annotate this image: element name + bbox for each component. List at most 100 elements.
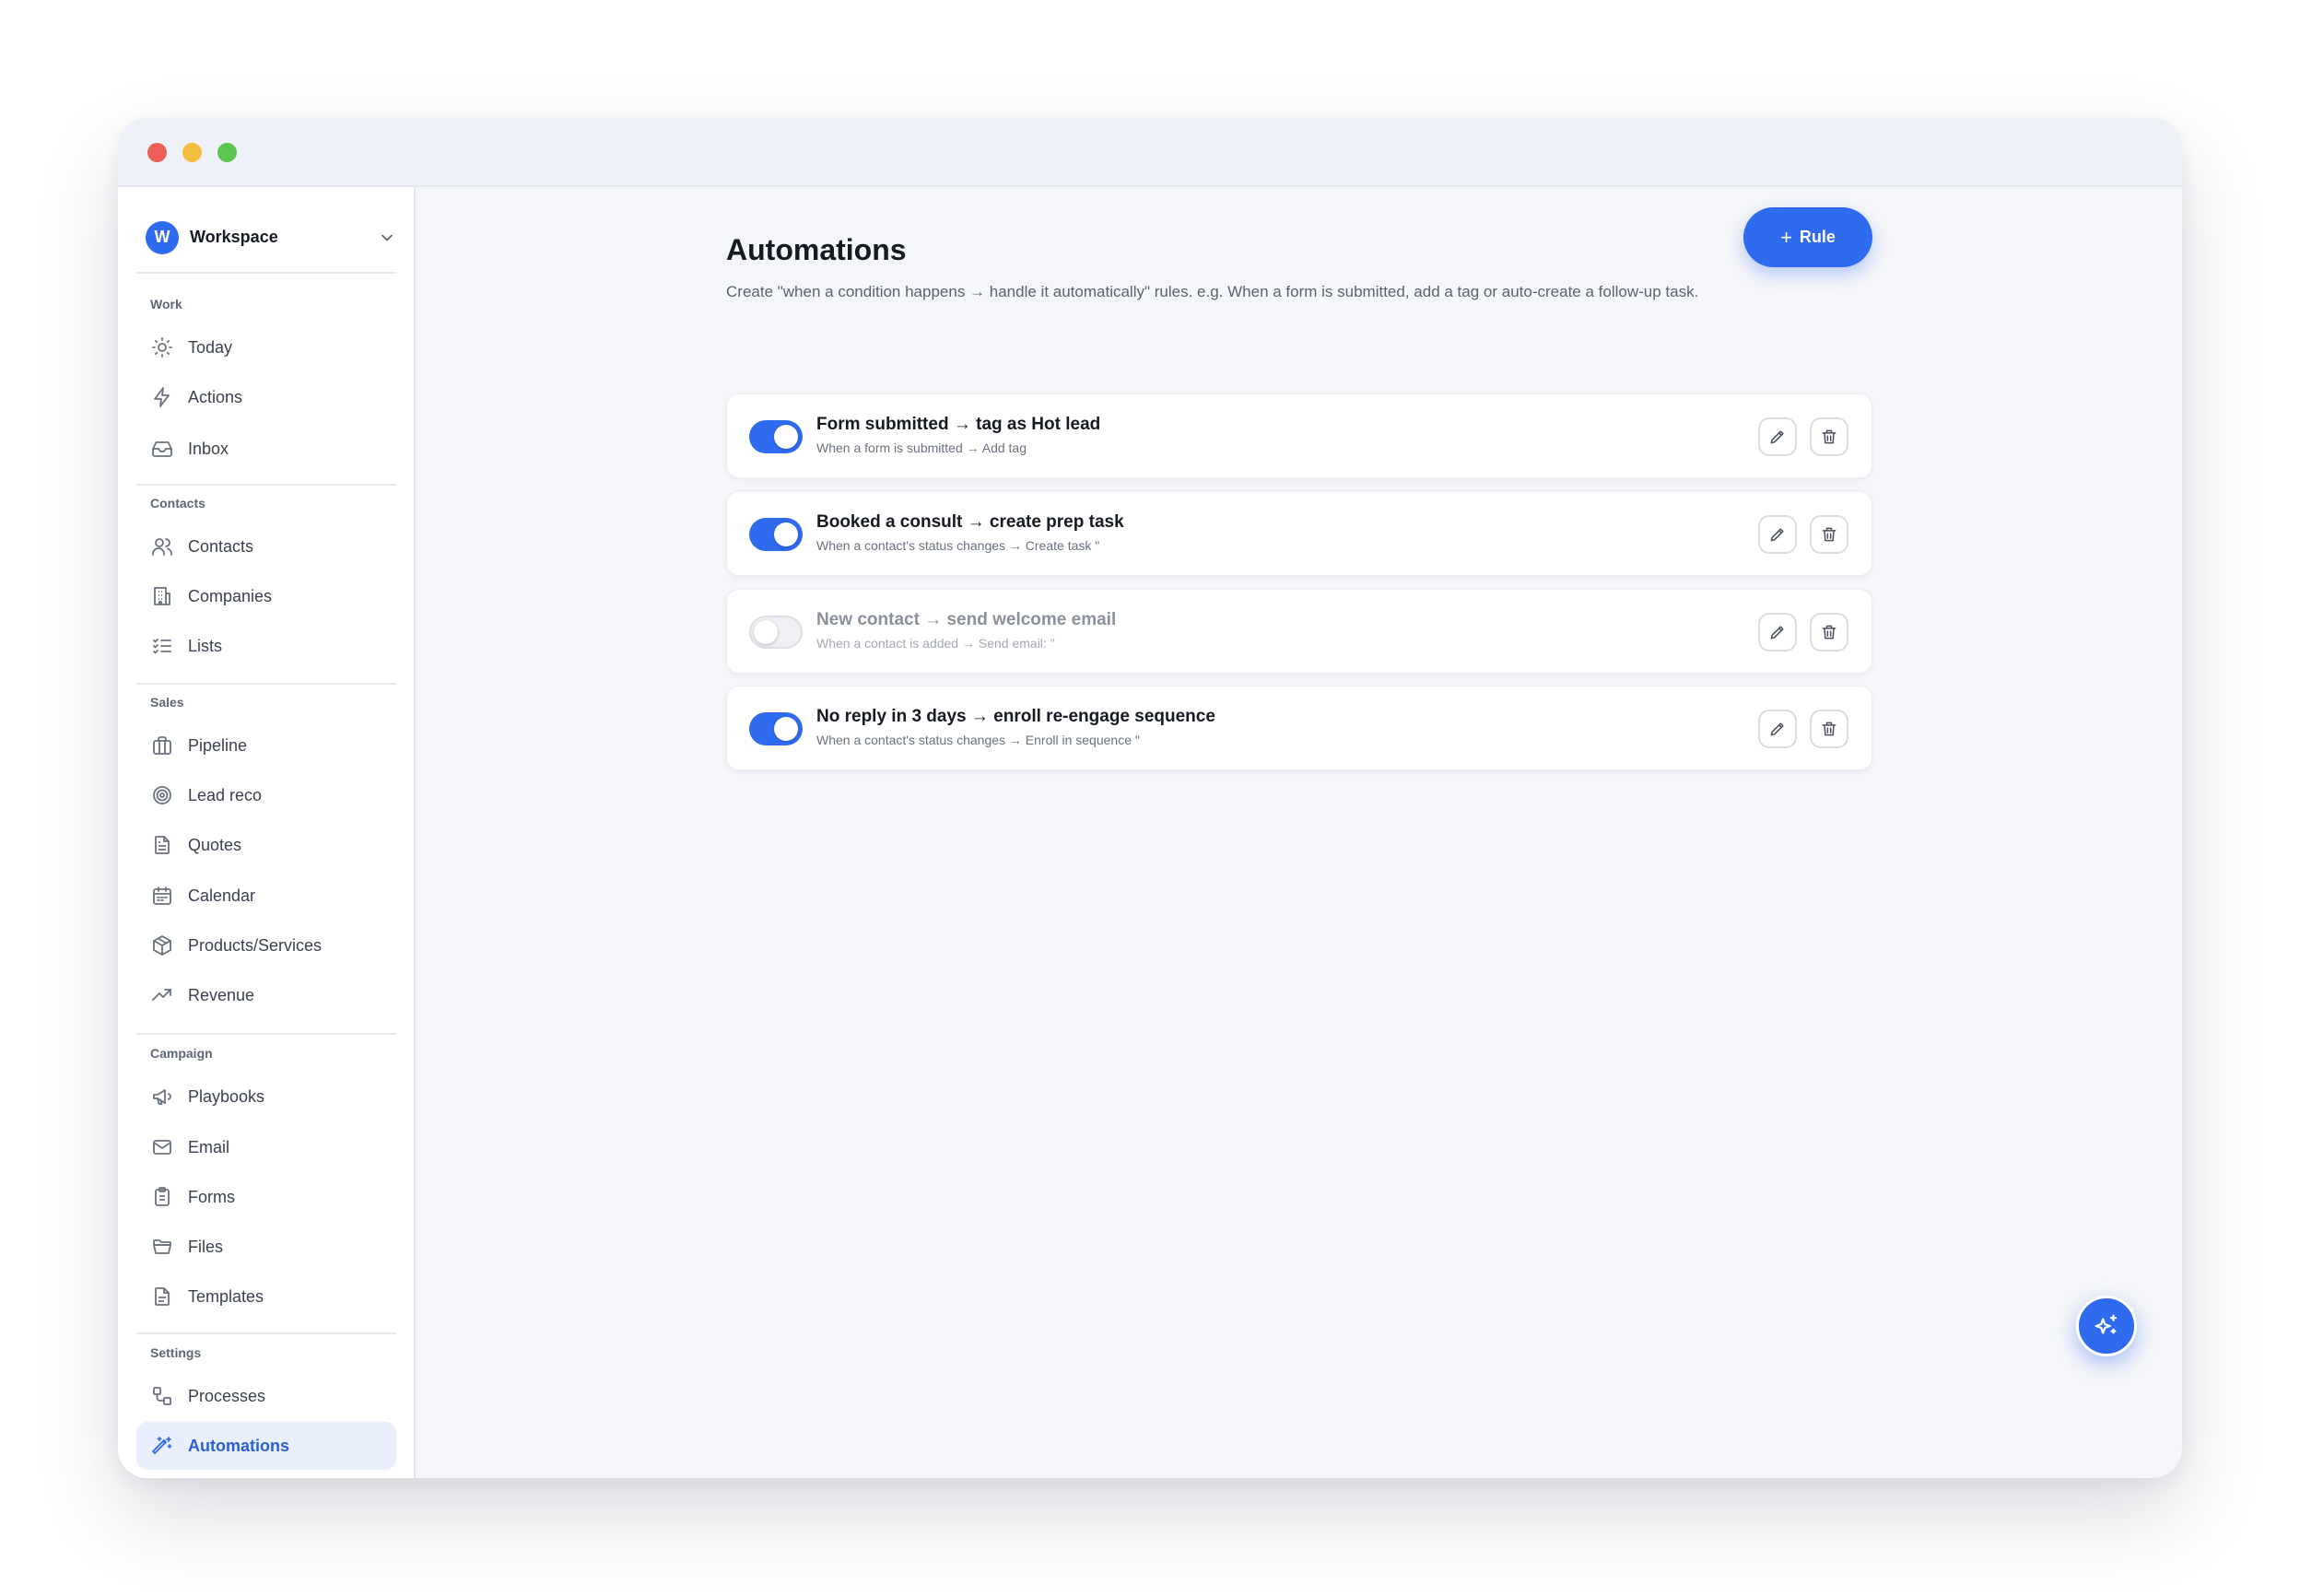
- ai-assistant-button[interactable]: [2076, 1296, 2137, 1356]
- divider: [136, 683, 396, 685]
- sidebar-item-label: Processes: [188, 1386, 266, 1405]
- sidebar: W Workspace Work Today Actions Inbox Con…: [118, 187, 416, 1478]
- sidebar-item-label: Products/Services: [188, 935, 323, 955]
- rule-enabled-toggle[interactable]: [749, 420, 803, 453]
- sidebar-item-label: Contacts: [188, 536, 254, 556]
- delete-rule-button[interactable]: [1810, 613, 1848, 651]
- sidebar-item-label: Calendar: [188, 886, 256, 905]
- rule-title: Form submitted → tag as Hot lead: [816, 415, 1101, 434]
- inbox-icon: [152, 441, 172, 457]
- sidebar-item-templates[interactable]: Templates: [136, 1273, 396, 1320]
- sidebar-item-label: Templates: [188, 1286, 264, 1306]
- target-icon: [153, 786, 171, 804]
- folder-icon: [153, 1239, 171, 1254]
- edit-rule-button[interactable]: [1758, 710, 1797, 748]
- maximize-window-button[interactable]: [217, 143, 237, 162]
- edit-rule-button[interactable]: [1758, 417, 1797, 456]
- group-label-sales: Sales: [150, 695, 184, 710]
- minimize-window-button[interactable]: [182, 143, 202, 162]
- sidebar-item-label: Companies: [188, 586, 273, 605]
- pencil-icon: [1770, 528, 1784, 542]
- workspace-name: Workspace: [190, 228, 278, 246]
- sidebar-item-lead-reco[interactable]: Lead reco: [136, 771, 396, 819]
- building-icon: [154, 587, 170, 605]
- sidebar-item-actions[interactable]: Actions: [136, 373, 396, 421]
- sidebar-item-pipeline[interactable]: Pipeline: [136, 722, 396, 769]
- rule-card: Booked a consult → create prep task When…: [726, 491, 1872, 576]
- rule-subtitle: When a form is submitted → Add tag: [816, 440, 1027, 455]
- workflow-icon: [153, 1387, 171, 1405]
- sidebar-item-label: Pipeline: [188, 735, 248, 755]
- rule-title: Booked a consult → create prep task: [816, 512, 1124, 532]
- sidebar-item-label: Playbooks: [188, 1086, 265, 1106]
- page-title: Automations: [726, 233, 907, 266]
- chevron-down-icon: [381, 234, 393, 241]
- rule-card: Form submitted → tag as Hot lead When a …: [726, 393, 1872, 478]
- workspace-switcher[interactable]: W Workspace: [146, 220, 396, 254]
- briefcase-icon: [153, 736, 171, 755]
- rule-subtitle: When a contact's status changes → Enroll…: [816, 733, 1140, 747]
- sidebar-item-label: Today: [188, 337, 233, 357]
- rule-enabled-toggle[interactable]: [749, 712, 803, 745]
- edit-rule-button[interactable]: [1758, 613, 1797, 651]
- trash-icon: [1822, 527, 1836, 542]
- sidebar-item-label: Lists: [188, 636, 223, 655]
- rule-title: New contact → send welcome email: [816, 610, 1117, 629]
- sun-icon: [152, 337, 172, 358]
- document-icon: [155, 836, 170, 854]
- megaphone-icon: [153, 1089, 171, 1105]
- sidebar-item-label: Lead reco: [188, 785, 263, 804]
- mail-icon: [153, 1140, 171, 1155]
- delete-rule-button[interactable]: [1810, 710, 1848, 748]
- divider: [136, 272, 396, 274]
- title-bar: [118, 118, 2182, 187]
- package-icon: [153, 935, 171, 956]
- rule-card: No reply in 3 days → enroll re-engage se…: [726, 686, 1872, 770]
- toggle-knob: [774, 425, 798, 449]
- sidebar-item-revenue[interactable]: Revenue: [136, 971, 396, 1019]
- trash-icon: [1822, 625, 1836, 640]
- toggle-knob: [754, 620, 778, 644]
- group-label-campaign: Campaign: [150, 1046, 213, 1061]
- add-rule-label: Rule: [1799, 228, 1836, 246]
- rule-subtitle: When a contact's status changes → Create…: [816, 538, 1100, 553]
- delete-rule-button[interactable]: [1810, 515, 1848, 554]
- sidebar-item-contacts[interactable]: Contacts: [136, 522, 396, 570]
- divider: [136, 484, 396, 486]
- toggle-knob: [774, 717, 798, 741]
- group-label-work: Work: [150, 297, 182, 311]
- sidebar-item-playbooks[interactable]: Playbooks: [136, 1073, 396, 1121]
- sidebar-item-processes[interactable]: Processes: [136, 1372, 396, 1420]
- sidebar-item-email[interactable]: Email: [136, 1123, 396, 1171]
- sidebar-item-products-services[interactable]: Products/Services: [136, 921, 396, 969]
- rule-enabled-toggle[interactable]: [749, 518, 803, 551]
- close-window-button[interactable]: [147, 143, 167, 162]
- rule-title: No reply in 3 days → enroll re-engage se…: [816, 707, 1215, 726]
- sidebar-item-files[interactable]: Files: [136, 1223, 396, 1271]
- sidebar-item-calendar[interactable]: Calendar: [136, 872, 396, 920]
- add-rule-button[interactable]: + Rule: [1743, 207, 1872, 267]
- rule-enabled-toggle[interactable]: [749, 616, 803, 649]
- template-icon: [155, 1287, 170, 1306]
- group-label-contacts: Contacts: [150, 496, 205, 510]
- trash-icon: [1822, 429, 1836, 444]
- sidebar-item-quotes[interactable]: Quotes: [136, 821, 396, 869]
- pencil-icon: [1770, 722, 1784, 736]
- main-content: Automations Create "when a condition hap…: [417, 187, 2182, 1478]
- sidebar-item-inbox[interactable]: Inbox: [136, 425, 396, 473]
- page-description: Create "when a condition happens → handl…: [726, 283, 1699, 300]
- clipboard-icon: [155, 1187, 170, 1206]
- sidebar-item-label: Files: [188, 1237, 224, 1256]
- sidebar-item-companies[interactable]: Companies: [136, 572, 396, 620]
- plus-icon: +: [1780, 225, 1792, 249]
- sidebar-item-forms[interactable]: Forms: [136, 1173, 396, 1221]
- sidebar-item-lists[interactable]: Lists: [136, 622, 396, 670]
- sidebar-item-automations[interactable]: Automations: [136, 1422, 396, 1470]
- rule-card: New contact → send welcome email When a …: [726, 589, 1872, 674]
- pencil-icon: [1770, 626, 1784, 640]
- delete-rule-button[interactable]: [1810, 417, 1848, 456]
- sidebar-item-today[interactable]: Today: [136, 323, 396, 371]
- sidebar-item-label: Automations: [188, 1436, 289, 1455]
- sidebar-item-label: Inbox: [188, 439, 229, 458]
- edit-rule-button[interactable]: [1758, 515, 1797, 554]
